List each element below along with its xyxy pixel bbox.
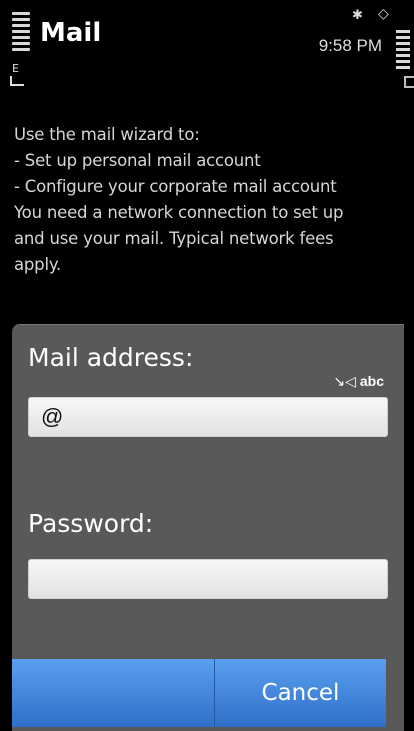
network-indicator: E (12, 62, 19, 75)
password-label: Password: (28, 509, 154, 538)
wizard-line: - Configure your corporate mail account (14, 177, 337, 196)
left-softkey[interactable] (12, 659, 215, 727)
pen-icon: ↘◁ (333, 373, 356, 389)
mail-address-value: @ (41, 404, 64, 429)
status-bar: E Mail ✱ ◇ 9:58 PM (0, 0, 414, 100)
wizard-line: - Set up personal mail account (14, 151, 261, 170)
wizard-description: Use the mail wizard to: - Set up persona… (14, 122, 404, 278)
input-mode-label: abc (359, 373, 384, 389)
input-mode-indicator: ↘◁ abc (333, 373, 384, 390)
wizard-line: apply. (14, 255, 62, 274)
battery-cap-icon (404, 76, 414, 88)
app-title: Mail (40, 18, 102, 48)
battery-icon (396, 30, 410, 80)
signal-icon (12, 12, 30, 62)
password-input[interactable] (28, 559, 388, 599)
mail-address-input[interactable]: @ (28, 397, 388, 437)
right-edge (404, 324, 414, 731)
softkey-bar: Cancel (12, 659, 414, 727)
mail-setup-dialog: Mail address: ↘◁ abc @ Password: Cancel (12, 324, 414, 731)
bluetooth-icon: ✱ (352, 8, 363, 23)
clock: 9:58 PM (318, 36, 382, 55)
cancel-button[interactable]: Cancel (215, 659, 386, 727)
wizard-line: You need a network connection to set up (14, 203, 344, 222)
mail-address-label: Mail address: (28, 343, 194, 372)
wizard-line: Use the mail wizard to: (14, 125, 200, 144)
alarm-icon: ◇ (378, 6, 389, 22)
wizard-line: and use your mail. Typical network fees (14, 229, 334, 248)
network-type-icon (10, 76, 24, 86)
